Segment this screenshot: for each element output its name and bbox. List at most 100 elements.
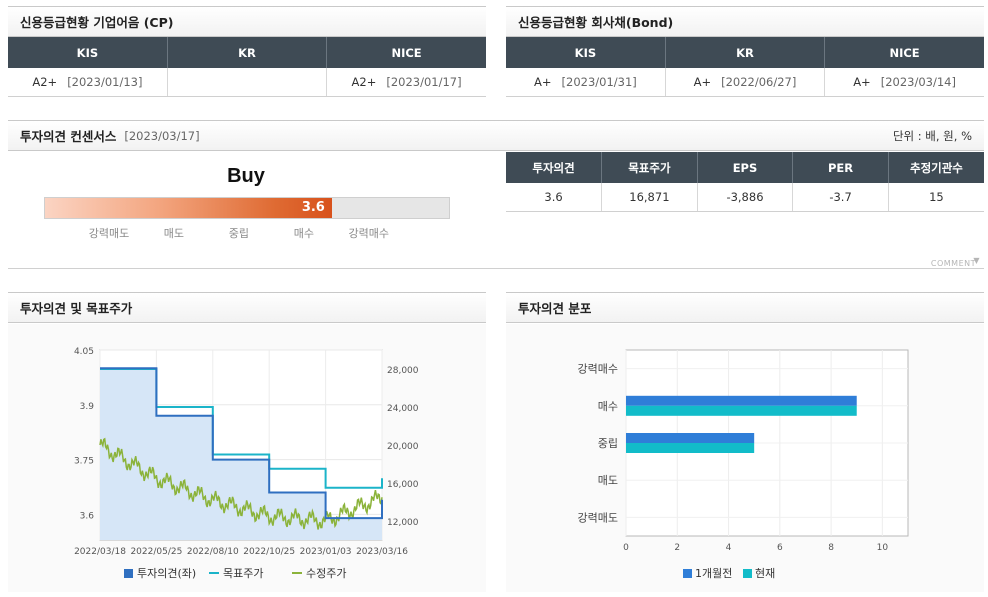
bond-kr-cell: A+ [2022/06/27]: [665, 68, 826, 97]
opinion-chart-area: 4.05 3.9 3.75 3.6 28,000 24,000 20,000 16,000 12…: [8, 324, 486, 592]
header-per: PER: [792, 152, 889, 183]
distribution-chart-header: 투자의견 분포: [506, 292, 984, 323]
x-tick-label: 6: [777, 543, 783, 553]
opinion-scale: 강력매도 매도 중립 매수 강력매수: [44, 225, 450, 240]
distribution-chart-title: 투자의견 분포: [518, 301, 592, 316]
bond-title: 신용등급현황 회사채(Bond): [518, 15, 674, 30]
grade: A2+: [32, 74, 58, 89]
x-tick-label: 2023/03/16: [356, 547, 408, 557]
left-tick-label: 3.75: [74, 457, 94, 467]
value-opinion: 3.6: [506, 183, 603, 212]
rating-date: [2023/01/17]: [386, 74, 462, 89]
header-eps: EPS: [697, 152, 794, 183]
legend-prev: 1개월전: [695, 567, 732, 580]
header-institutions: 추정기관수: [888, 152, 984, 183]
scale-sell: 매도: [163, 227, 185, 240]
cp-nice-cell: A2+ [2023/01/17]: [326, 68, 486, 97]
grade: A+: [853, 74, 871, 89]
category-label: 중립: [598, 437, 618, 450]
x-tick-label: 2023/01/03: [300, 547, 352, 557]
right-tick-label: 16,000: [387, 480, 419, 490]
x-tick-label: 2022/10/25: [243, 547, 295, 557]
bond-nice-cell: A+ [2023/03/14]: [824, 68, 984, 97]
scale-hold: 중립: [228, 227, 249, 240]
bond-header-kr: KR: [665, 37, 826, 68]
legend-opinion-swatch: [124, 569, 133, 578]
bond-rating-table: KIS KR NICE A+ [2023/01/31] A+ [2022/06/27…: [506, 37, 984, 97]
cp-header-kis: KIS: [8, 37, 168, 68]
left-tick-label: 3.9: [80, 402, 95, 412]
scale-strong-sell: 강력매도: [88, 227, 130, 240]
opinion-gauge-fill: [45, 198, 332, 218]
legend-price: 수정주가: [306, 567, 346, 580]
category-label: 강력매도: [578, 511, 618, 524]
consensus-title: 투자의견 컨센서스: [20, 129, 117, 144]
right-tick-label: 12,000: [387, 518, 419, 528]
cp-header-kr: KR: [167, 37, 328, 68]
legend: 1개월전 현재: [683, 567, 775, 580]
scale-strong-buy: 강력매수: [348, 227, 390, 240]
cp-kr-cell: [167, 68, 328, 97]
bar-curr: [626, 405, 857, 416]
left-tick-label: 4.05: [74, 347, 94, 357]
opinion-target-price-chart: 4.05 3.9 3.75 3.6 28,000 24,000 20,000 16,000 12…: [74, 347, 419, 580]
right-tick-label: 24,000: [387, 404, 419, 414]
consensus-date: [2023/03/17]: [124, 128, 200, 143]
x-tick-label: 2: [674, 543, 680, 553]
legend-target: 목표주가: [223, 567, 263, 580]
x-tick-label: 2022/03/18: [74, 547, 126, 557]
left-tick-label: 3.6: [80, 511, 95, 521]
cp-title: 신용등급현황 기업어음 (CP): [20, 15, 174, 30]
cp-header-nice: NICE: [326, 37, 486, 68]
x-tick-label: 8: [828, 543, 834, 553]
distribution-chart-area: 0 2 4 6 8 10 강력매수매수중립매도강력매도 1개월전 현재: [506, 324, 984, 592]
legend-prev-swatch: [683, 569, 692, 578]
header-opinion: 투자의견: [506, 152, 603, 183]
opinion-gauge: 3.6: [44, 197, 450, 219]
cp-section-header: 신용등급현황 기업어음 (CP): [8, 6, 486, 37]
consensus-section-header: 투자의견 컨센서스 [2023/03/17] 단위 : 배, 원, %: [8, 120, 984, 151]
x-tick-label: 0: [623, 543, 629, 553]
x-tick-label: 10: [877, 543, 889, 553]
opinion-distribution-chart: 0 2 4 6 8 10 강력매수매수중립매도강력매도 1개월전 현재: [578, 349, 909, 580]
right-tick-label: 28,000: [387, 366, 419, 376]
bond-section-header: 신용등급현황 회사채(Bond): [506, 6, 984, 37]
x-tick-label: 2022/05/25: [130, 547, 182, 557]
legend-opinion: 투자의견(좌): [137, 567, 196, 580]
comment-label: COMMENT: [930, 259, 976, 268]
comment-toggle[interactable]: COMMENT ▼: [931, 256, 980, 268]
value-eps: -3,886: [697, 183, 794, 212]
bar-prev: [626, 395, 857, 406]
rating-date: [2022/06/27]: [721, 74, 797, 89]
right-tick-label: 20,000: [387, 442, 419, 452]
category-label: 강력매수: [578, 363, 618, 376]
bond-kis-cell: A+ [2023/01/31]: [506, 68, 666, 97]
bond-header-kis: KIS: [506, 37, 666, 68]
opinion-chart-header: 투자의견 및 목표주가: [8, 292, 486, 323]
x-tick-label: 2022/08/10: [187, 547, 239, 557]
category-label: 매도: [598, 474, 618, 487]
value-institutions: 15: [888, 183, 984, 212]
opinion-chart-title: 투자의견 및 목표주가: [20, 301, 133, 316]
cp-rating-table: KIS KR NICE A2+ [2023/01/13] A2+ [2023/01/…: [8, 37, 486, 97]
category-label: 매수: [598, 400, 618, 413]
header-target-price: 목표주가: [601, 152, 698, 183]
scale-buy: 매수: [293, 227, 314, 240]
cp-kis-cell: A2+ [2023/01/13]: [8, 68, 168, 97]
bar-prev: [626, 433, 755, 443]
opinion-label: Buy: [227, 165, 265, 187]
grade: A+: [534, 74, 552, 89]
comment-bar: COMMENT ▼: [8, 253, 984, 269]
value-target-price: 16,871: [601, 183, 698, 212]
x-tick-label: 4: [726, 543, 732, 553]
legend-curr-swatch: [743, 569, 752, 578]
grade: A2+: [351, 74, 377, 89]
value-per: -3.7: [792, 183, 889, 212]
legend: 투자의견(좌) 목표주가 수정주가: [124, 567, 346, 580]
grade: A+: [693, 74, 712, 89]
rating-date: [2023/01/13]: [67, 74, 143, 89]
opinion-score: 3.6: [301, 200, 325, 215]
bond-header-nice: NICE: [824, 37, 984, 68]
consensus-table: 투자의견 목표주가 EPS PER 추정기관수 3.6 16,871 -3,88…: [506, 152, 984, 212]
legend-curr: 현재: [755, 567, 775, 580]
